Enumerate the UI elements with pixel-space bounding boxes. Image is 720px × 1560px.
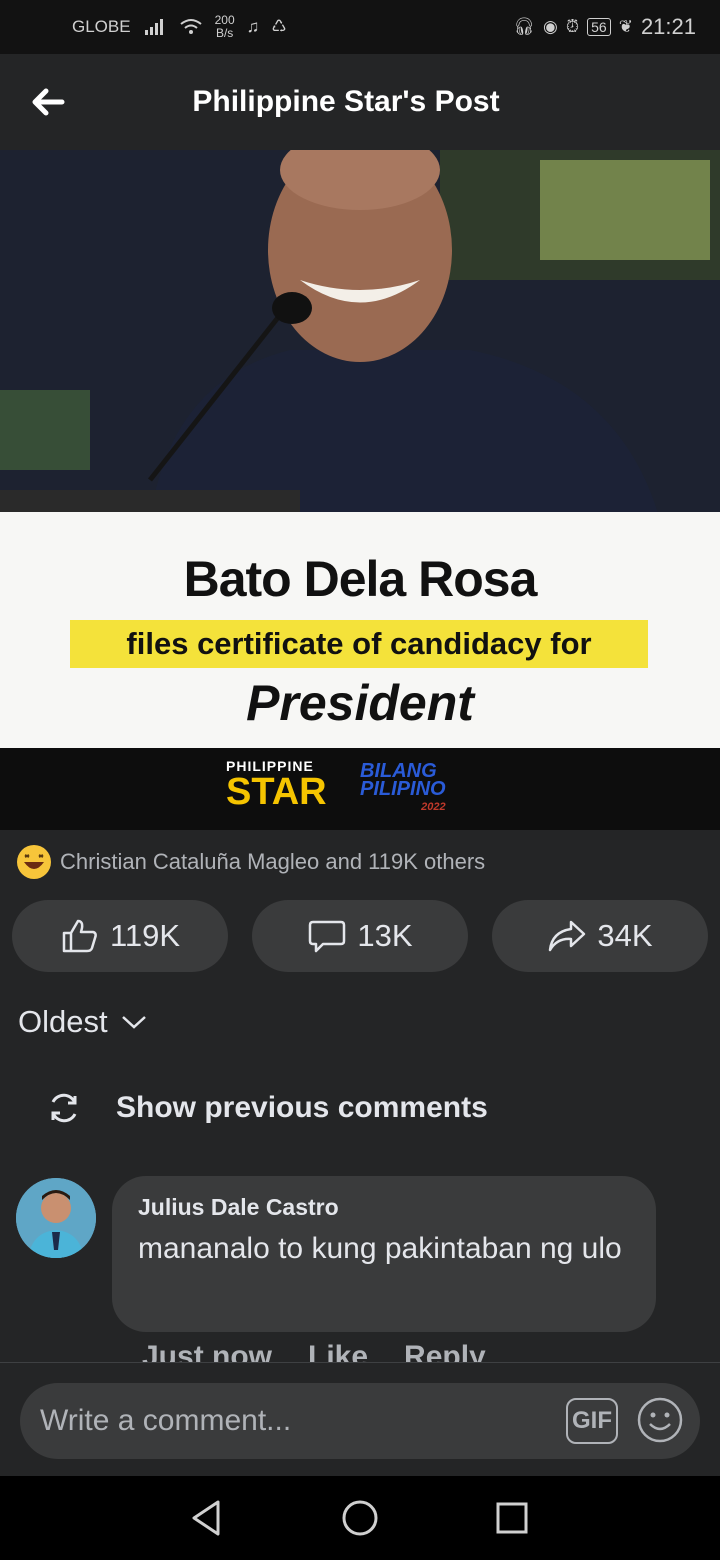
comment-bubble-icon — [309, 920, 346, 953]
eye-comfort-icon: ◉ — [543, 17, 558, 36]
brand2-line2: PILIPINO — [360, 778, 446, 800]
net-speed: 200 B/s — [215, 14, 235, 40]
recycle-icon: ♺ — [271, 17, 287, 36]
page-title: Philippine Star's Post — [0, 85, 720, 119]
speaker-photo — [0, 150, 720, 520]
news-photo — [0, 150, 720, 520]
banner-bottom: President — [246, 675, 474, 731]
comment-button[interactable]: 13K — [252, 900, 468, 972]
brand-bar: PHILIPPINE STAR BILANG PILIPINO 2022 — [0, 748, 720, 830]
post-image[interactable]: Bato Dela Rosa files certificate of cand… — [0, 150, 720, 830]
home-circle-icon[interactable] — [338, 1496, 382, 1540]
music-icon: ♫ — [246, 17, 260, 36]
like-count: 119K — [109, 918, 181, 953]
avatar[interactable] — [16, 1178, 96, 1258]
recents-square-icon[interactable] — [490, 1496, 534, 1540]
reactions-text: Christian Cataluña Magleo and 119K other… — [60, 849, 486, 874]
navigation-bar — [0, 1476, 720, 1560]
emoji-icon[interactable] — [636, 1396, 684, 1444]
sort-dropdown[interactable]: Oldest — [18, 1004, 148, 1040]
header: Philippine Star's Post — [0, 54, 720, 150]
like-button[interactable]: 119K — [12, 900, 228, 972]
brand2-year: 2022 — [421, 801, 446, 813]
profile-photo — [16, 1178, 96, 1258]
chevron-down-icon — [121, 1016, 146, 1029]
share-count: 34K — [597, 918, 653, 953]
bilang-pilipino-logo: BILANG PILIPINO 2022 — [360, 761, 446, 816]
gif-button[interactable]: GIF — [566, 1398, 618, 1444]
net-speed-unit: B/s — [215, 26, 234, 40]
banner-headline: Bato Dela Rosa — [183, 551, 538, 607]
comment-author[interactable]: Julius Dale Castro — [138, 1194, 630, 1221]
battery-indicator: 56 — [587, 18, 611, 36]
back-triangle-icon[interactable] — [184, 1496, 228, 1540]
headset-icon: 🎧︎ — [513, 17, 535, 36]
headline-banner: Bato Dela Rosa files certificate of cand… — [0, 512, 720, 748]
share-arrow-icon — [549, 920, 586, 952]
comment-count: 13K — [357, 918, 413, 953]
status-bar: GLOBE 200 B/s ♫ ♺ 🎧︎ ◉ ⏰︎ 56 ❦ 21:21 — [0, 0, 720, 54]
banner-subline: files certificate of candidacy for — [70, 620, 648, 668]
show-previous-label: Show previous comments — [116, 1091, 488, 1124]
clock: 21:21 — [640, 14, 696, 39]
brand-big: STAR — [226, 771, 327, 813]
sort-label: Oldest — [18, 1004, 108, 1039]
signal-icon — [144, 19, 163, 35]
show-previous-comments[interactable]: Show previous comments — [46, 1090, 488, 1126]
carrier-label: GLOBE — [72, 17, 131, 36]
share-button[interactable]: 34K — [492, 900, 708, 972]
philippine-star-logo: PHILIPPINE STAR — [226, 758, 327, 813]
leaf-icon: ❦ — [618, 17, 633, 36]
back-arrow-icon[interactable] — [28, 82, 68, 122]
reactions-summary[interactable]: Christian Cataluña Magleo and 119K other… — [16, 844, 485, 880]
refresh-icon — [51, 1093, 77, 1123]
thumbs-up-icon — [62, 919, 97, 953]
status-right: 🎧︎ ◉ ⏰︎ 56 ❦ 21:21 — [513, 14, 696, 40]
haha-reaction-icon — [17, 845, 51, 879]
wifi-icon — [179, 19, 202, 34]
comment-text: mananalo to kung pakintaban ng ulo — [138, 1232, 622, 1265]
comment-bubble[interactable]: Julius Dale Castro mananalo to kung paki… — [112, 1176, 656, 1332]
page-title-text: Philippine Star's Post — [192, 85, 500, 118]
action-row: 119K 13K 34K — [12, 900, 708, 972]
alarm-icon: ⏰︎ — [565, 17, 580, 36]
status-left: GLOBE 200 B/s ♫ ♺ — [72, 14, 287, 40]
